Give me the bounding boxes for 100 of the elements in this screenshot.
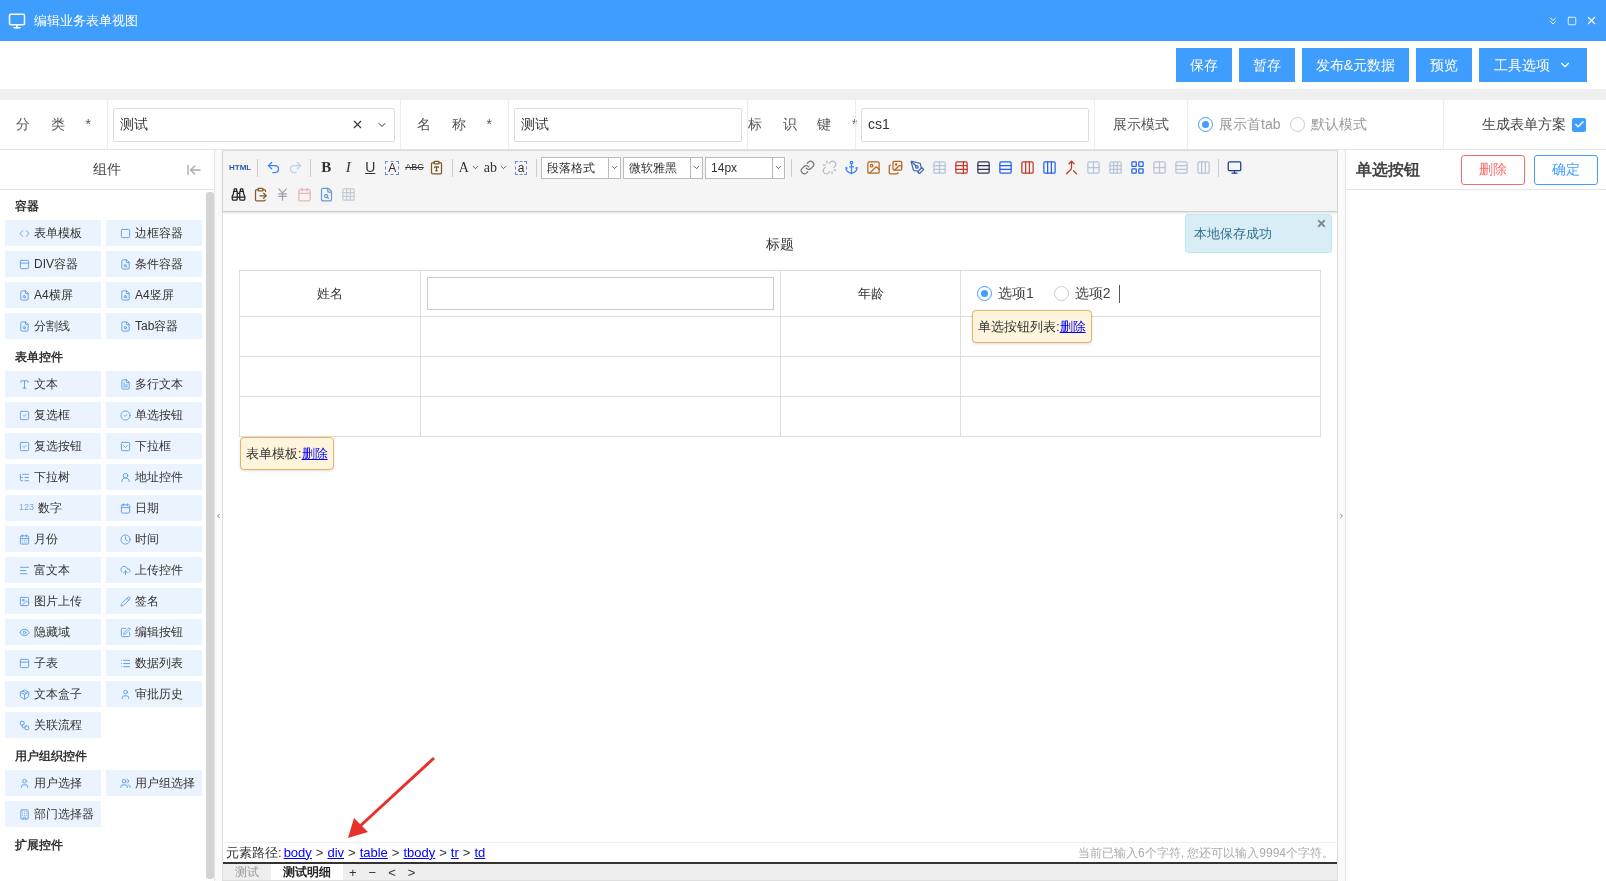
collapse-icon[interactable] xyxy=(1547,14,1559,27)
mode-label: 展示模式 xyxy=(1113,115,1169,134)
section-title: 容器 xyxy=(14,198,40,215)
component-item[interactable]: 日期 xyxy=(106,495,202,521)
color-button[interactable]: ab xyxy=(481,156,511,179)
sheet-control[interactable]: > xyxy=(401,864,422,880)
table-cell: 年龄 xyxy=(780,271,960,316)
component-item[interactable]: DIV容器 xyxy=(5,251,101,277)
panel-title: 组件 xyxy=(93,160,121,179)
bold-button[interactable]: B xyxy=(315,156,338,179)
component-item[interactable]: 审批历史 xyxy=(106,681,202,707)
component-item[interactable]: 地址控件 xyxy=(106,464,202,490)
path-link[interactable]: td xyxy=(474,842,486,863)
path-separator: > xyxy=(348,843,356,862)
component-item[interactable]: 时间 xyxy=(106,526,202,552)
input-field[interactable]: 测试 xyxy=(514,107,742,142)
caret-icon xyxy=(470,163,480,172)
text-input[interactable] xyxy=(427,277,774,310)
component-item[interactable]: 单选按钮 xyxy=(106,402,202,428)
component-item[interactable]: 编辑按钮 xyxy=(106,619,202,645)
radio-label: 默认模式 xyxy=(1311,115,1368,134)
sheet-control[interactable]: − xyxy=(362,864,383,880)
sheet-tab[interactable]: 测试明细 xyxy=(271,864,343,880)
component-icon xyxy=(19,564,30,576)
strikethrough-button[interactable]: ABC xyxy=(403,156,426,179)
component-item[interactable]: 用户选择 xyxy=(5,770,101,796)
component-icon xyxy=(120,471,131,483)
component-item[interactable]: 多行文本 xyxy=(106,371,202,397)
component-item[interactable]: 复选按钮 xyxy=(5,433,101,459)
boxed-letter-button[interactable]: A xyxy=(381,156,404,179)
component-icon xyxy=(19,440,30,452)
component-item[interactable]: 下拉树 xyxy=(5,464,101,490)
input-field[interactable]: cs1 xyxy=(861,107,1089,142)
component-item[interactable]: 图片上传 xyxy=(5,588,101,614)
component-item[interactable]: Tab容器 xyxy=(106,313,202,339)
component-item[interactable]: 富文本 xyxy=(5,557,101,583)
component-item[interactable]: 表单模板 xyxy=(5,220,101,246)
component-icon xyxy=(120,258,131,270)
html-button[interactable]: HTML xyxy=(227,156,254,179)
underline-button[interactable]: U xyxy=(359,156,382,179)
tooltip-text: 单选按钮列表: xyxy=(978,317,1060,336)
close-icon[interactable] xyxy=(1316,218,1327,229)
component-item[interactable]: 数据列表 xyxy=(106,650,202,676)
component-item[interactable]: 条件容器 xyxy=(106,251,202,277)
component-item[interactable]: 部门选择器 xyxy=(5,801,101,827)
save-notice: 本地保存成功 xyxy=(1185,214,1332,253)
scrollbar[interactable] xyxy=(206,192,214,879)
component-icon xyxy=(19,688,30,700)
color-button[interactable]: A xyxy=(456,156,482,179)
component-item[interactable]: 关联流程 xyxy=(5,712,101,738)
component-icon xyxy=(19,626,30,638)
component-icon xyxy=(120,440,131,452)
path-link[interactable]: table xyxy=(359,842,388,863)
component-item[interactable]: 子表 xyxy=(5,650,101,676)
path-link[interactable]: body xyxy=(283,842,312,863)
component-item[interactable]: A4横屏 xyxy=(5,282,101,308)
component-icon xyxy=(120,688,131,700)
close-icon[interactable] xyxy=(1585,14,1598,27)
component-item[interactable]: 边框容器 xyxy=(106,220,202,246)
radio-label: 选项1 xyxy=(998,284,1034,303)
panel-title: 单选按钮 xyxy=(1356,159,1420,180)
italic-button[interactable]: I xyxy=(337,156,360,179)
toolbar-select[interactable]: 段落格式 xyxy=(541,156,622,179)
component-item[interactable]: 签名 xyxy=(106,588,202,614)
category-select[interactable]: 测试 xyxy=(113,107,395,142)
component-item[interactable]: 复选框 xyxy=(5,402,101,428)
toolbar-select[interactable]: 14px xyxy=(705,156,786,179)
component-icon xyxy=(19,719,30,731)
component-item[interactable]: 123 数字 xyxy=(5,495,101,521)
maximize-icon[interactable] xyxy=(1567,15,1577,26)
component-item[interactable]: 文本盒子 xyxy=(5,681,101,707)
delete-link[interactable]: 删除 xyxy=(1059,316,1086,337)
checkbox[interactable] xyxy=(1572,117,1586,132)
toolbar-select[interactable]: 微软雅黑 xyxy=(623,156,704,179)
component-item[interactable]: 上传控件 xyxy=(106,557,202,583)
component-item[interactable]: 下拉框 xyxy=(106,433,202,459)
sheet-control[interactable]: + xyxy=(343,864,363,880)
path-link[interactable]: tr xyxy=(450,842,459,863)
component-item[interactable]: 用户组选择 xyxy=(106,770,202,796)
component-item[interactable]: 分割线 xyxy=(5,313,101,339)
component-icon xyxy=(19,808,30,820)
path-link[interactable]: div xyxy=(327,842,345,863)
component-icon xyxy=(120,595,131,607)
path-separator: > xyxy=(439,843,447,862)
component-item[interactable]: A4竖屏 xyxy=(106,282,202,308)
component-item[interactable]: 隐藏域 xyxy=(5,619,101,645)
boxed-letter-button[interactable]: a xyxy=(510,156,533,179)
sheet-control[interactable]: < xyxy=(382,864,402,880)
checkbox-label: 生成表单方案 xyxy=(1482,115,1566,134)
path-link[interactable]: tbody xyxy=(403,842,436,863)
caret-icon xyxy=(774,163,784,172)
number-icon: 123 xyxy=(19,501,35,515)
component-item[interactable]: 文本 xyxy=(5,371,101,397)
component-icon xyxy=(120,289,131,301)
component-icon xyxy=(120,320,131,332)
delete-link[interactable]: 删除 xyxy=(301,443,328,464)
component-item[interactable]: 月份 xyxy=(5,526,101,552)
clear-icon[interactable] xyxy=(351,118,364,131)
component-icon xyxy=(19,533,30,545)
component-icon xyxy=(120,777,131,789)
